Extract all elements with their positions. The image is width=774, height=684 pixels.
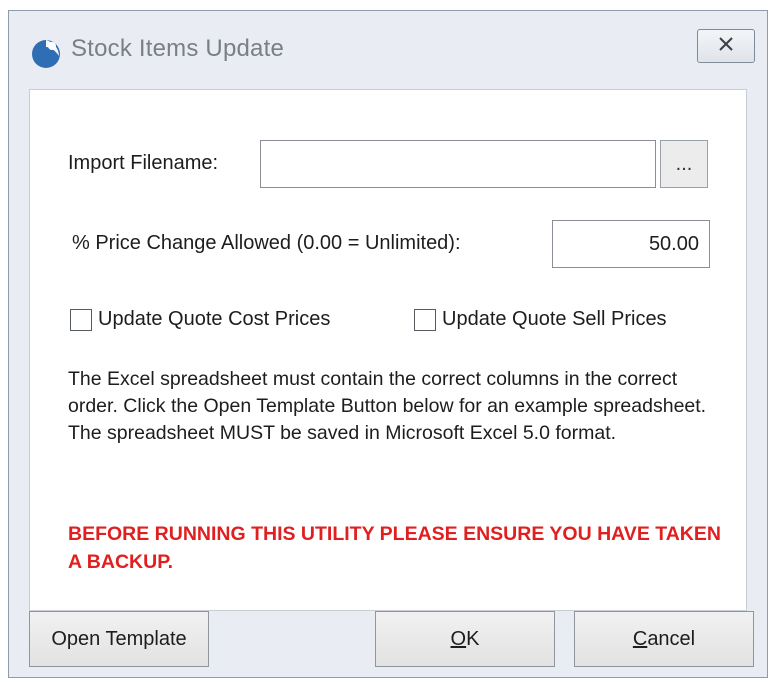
cancel-label-rest: ancel xyxy=(647,627,696,650)
update-cost-checkbox[interactable]: Update Quote Cost Prices xyxy=(70,308,330,331)
ok-mnemonic: O xyxy=(450,627,467,650)
update-sell-checkbox[interactable]: Update Quote Sell Prices xyxy=(414,308,667,331)
info-text: The Excel spreadsheet must contain the c… xyxy=(68,368,707,444)
checkbox-box[interactable] xyxy=(70,308,92,331)
open-template-button[interactable]: Open Template xyxy=(29,611,209,667)
ok-label-rest: K xyxy=(466,627,480,650)
form-panel: Import Filename: ... % Price Change Allo… xyxy=(29,89,747,611)
cancel-mnemonic: C xyxy=(632,627,648,650)
close-button[interactable] xyxy=(697,29,755,63)
update-sell-label: Update Quote Sell Prices xyxy=(442,308,667,330)
title-bar: Stock Items Update xyxy=(9,11,767,81)
close-icon xyxy=(718,36,734,56)
browse-button[interactable]: ... xyxy=(660,140,708,188)
import-filename-label: Import Filename: xyxy=(68,152,219,174)
backup-warning: BEFORE RUNNING THIS UTILITY PLEASE ENSUR… xyxy=(68,523,721,573)
dialog-window: Stock Items Update Import Filename: ... … xyxy=(8,10,768,678)
window-title: Stock Items Update xyxy=(71,35,285,62)
app-logo-icon xyxy=(29,36,63,70)
price-change-input[interactable] xyxy=(552,220,710,268)
cancel-button[interactable]: Cancel xyxy=(574,611,754,667)
checkbox-box[interactable] xyxy=(414,308,436,331)
update-cost-label: Update Quote Cost Prices xyxy=(98,308,331,330)
ok-button[interactable]: OK xyxy=(375,611,555,667)
price-change-label: % Price Change Allowed (0.00 = Unlimited… xyxy=(72,232,461,254)
import-filename-input[interactable] xyxy=(260,140,656,188)
